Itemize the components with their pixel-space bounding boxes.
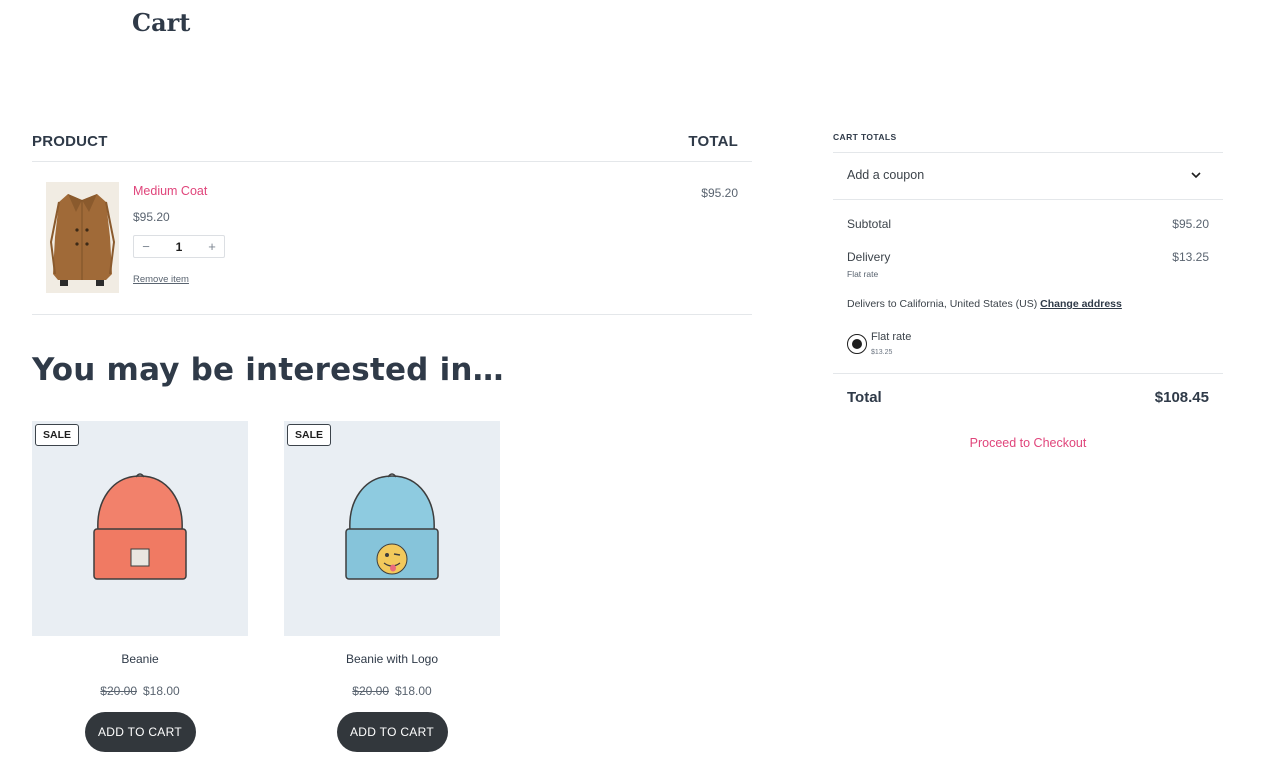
- change-address-link[interactable]: Change address: [1040, 298, 1122, 310]
- subtotal-label: Subtotal: [847, 217, 892, 231]
- table-bottom-divider: [32, 314, 752, 315]
- product-column-header: PRODUCT: [32, 133, 108, 150]
- quantity-stepper[interactable]: − 1 +: [133, 235, 225, 258]
- total-value: $108.45: [1154, 389, 1209, 406]
- table-header-divider: [32, 161, 752, 162]
- sale-price: $18.00: [143, 684, 180, 698]
- add-to-cart-button[interactable]: ADD TO CART: [84, 712, 196, 752]
- recommendations-title: You may be interested in…: [32, 352, 504, 388]
- beanie-with-logo-product-image[interactable]: SALE: [284, 421, 500, 636]
- remove-item-link[interactable]: Remove item: [133, 274, 189, 285]
- cart-totals-title: CART TOTALS: [833, 132, 897, 142]
- quantity-value[interactable]: 1: [176, 240, 183, 254]
- original-price: $20.00: [352, 684, 389, 698]
- total-label: Total: [847, 389, 882, 406]
- chevron-down-icon: [1190, 168, 1202, 186]
- total-column-header: TOTAL: [688, 133, 738, 150]
- product-name[interactable]: Beanie: [32, 652, 248, 666]
- coupon-toggle[interactable]: Add a coupon: [833, 152, 1223, 199]
- coupon-label: Add a coupon: [847, 168, 925, 182]
- delivery-value: $13.25: [1172, 250, 1209, 264]
- product-card-beanie: SALE Beanie $20.00 $18.00 ADD TO CART: [32, 421, 248, 752]
- delivery-label: Delivery: [847, 250, 891, 264]
- beanie-product-image[interactable]: SALE: [32, 421, 248, 636]
- radio-selected-dot: [852, 339, 862, 349]
- product-prices: $20.00 $18.00: [284, 684, 500, 698]
- increase-quantity-button[interactable]: +: [200, 239, 224, 254]
- page-title: Cart: [132, 8, 191, 37]
- original-price: $20.00: [100, 684, 137, 698]
- delivery-destination: Delivers to California, United States (U…: [847, 298, 1122, 310]
- totals-divider: [833, 199, 1223, 200]
- order-total-row: Total $108.45: [847, 389, 1209, 406]
- product-name[interactable]: Beanie with Logo: [284, 652, 500, 666]
- product-prices: $20.00 $18.00: [32, 684, 248, 698]
- proceed-to-checkout-button[interactable]: Proceed to Checkout: [833, 436, 1223, 450]
- delivery-row: Delivery $13.25: [847, 250, 1209, 264]
- flat-rate-radio[interactable]: [847, 334, 867, 354]
- product-card-beanie-with-logo: SALE Beanie with Logo $20.00 $18.00 ADD T…: [284, 421, 500, 752]
- decrease-quantity-button[interactable]: −: [134, 239, 158, 254]
- shipping-option-label[interactable]: Flat rate: [871, 331, 911, 343]
- medium-coat-thumbnail[interactable]: [46, 182, 119, 293]
- totals-divider: [833, 373, 1223, 374]
- delivery-method: Flat rate: [847, 269, 879, 279]
- subtotal-value: $95.20: [1172, 217, 1209, 231]
- add-to-cart-button[interactable]: ADD TO CART: [336, 712, 448, 752]
- shipping-option-price: $13.25: [871, 349, 893, 356]
- cart-item-line-total: $95.20: [701, 186, 738, 200]
- cart-item-name-link[interactable]: Medium Coat: [133, 184, 207, 198]
- subtotal-row: Subtotal $95.20: [847, 217, 1209, 231]
- delivers-to-text: Delivers to California, United States (U…: [847, 298, 1038, 310]
- sale-price: $18.00: [395, 684, 432, 698]
- cart-item-price: $95.20: [133, 210, 170, 224]
